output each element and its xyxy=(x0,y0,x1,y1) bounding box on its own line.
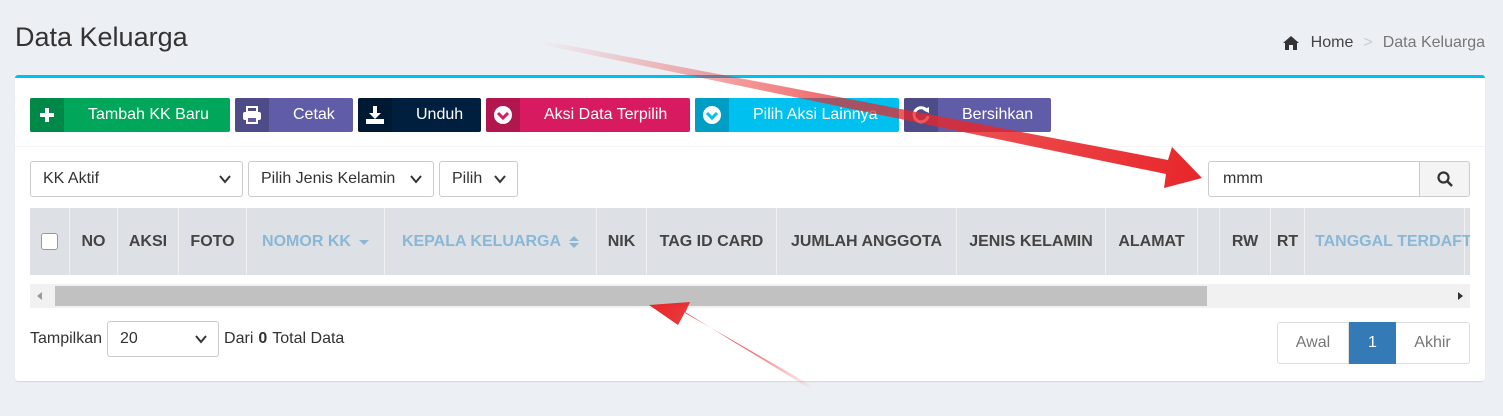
refresh-icon xyxy=(904,98,938,132)
home-icon xyxy=(1282,36,1299,50)
scroll-right-icon[interactable] xyxy=(1458,292,1463,300)
table-header: NO AKSI FOTO NOMOR KK KEPALA KELUARGA NI… xyxy=(30,208,1470,275)
total-label: Total Data xyxy=(272,330,345,347)
breadcrumb-separator: > xyxy=(1363,34,1373,51)
chevron-down-icon xyxy=(410,175,422,184)
filters: KK Aktif Pilih Jenis Kelamin Pilih xyxy=(30,161,518,197)
column-header: FOTO xyxy=(179,208,247,275)
clear-label: Bersihkan xyxy=(962,106,1034,123)
breadcrumb-home-link[interactable]: Home xyxy=(1282,34,1354,52)
gender-filter-select[interactable]: Pilih Jenis Kelamin xyxy=(248,161,434,197)
circle-arrow-down-icon xyxy=(486,98,520,132)
download-button[interactable]: Unduh xyxy=(358,98,481,132)
select-all-checkbox[interactable] xyxy=(41,233,58,250)
print-icon xyxy=(235,98,269,132)
column-header-blank xyxy=(1198,208,1220,275)
page-title: Data Keluarga xyxy=(15,22,188,52)
pagination: Awal 1 Akhir xyxy=(1277,322,1470,364)
print-button[interactable]: Cetak xyxy=(235,98,353,132)
show-label: Tampilkan xyxy=(30,330,103,347)
sortable-column-header[interactable]: KEPALA KELUARGA xyxy=(385,208,597,275)
clear-button[interactable]: Bersihkan xyxy=(904,98,1051,132)
column-header: RW xyxy=(1220,208,1271,275)
gender-filter-value: Pilih Jenis Kelamin xyxy=(261,170,396,187)
column-header: JENIS KELAMIN xyxy=(957,208,1106,275)
other-filter-select[interactable]: Pilih xyxy=(439,161,518,197)
column-header: NO xyxy=(70,208,118,275)
add-kk-button[interactable]: Tambah KK Baru xyxy=(30,98,230,132)
column-header: TAG ID CARD xyxy=(647,208,777,275)
download-icon xyxy=(358,98,392,132)
bulk-action-button[interactable]: Aksi Data Terpilih xyxy=(486,98,690,132)
scroll-left-icon[interactable] xyxy=(37,292,42,300)
column-header: NIK xyxy=(597,208,647,275)
column-header: AKSI xyxy=(118,208,179,275)
other-action-button[interactable]: Pilih Aksi Lainnya xyxy=(695,98,899,132)
content-box: Tambah KK Baru Cetak Unduh Aksi Data Ter… xyxy=(15,75,1485,381)
pagination-first[interactable]: Awal xyxy=(1277,322,1349,364)
breadcrumb-current: Data Keluarga xyxy=(1382,34,1485,51)
sort-icon xyxy=(569,235,580,248)
toolbar: Tambah KK Baru Cetak Unduh Aksi Data Ter… xyxy=(30,98,1051,132)
column-header: RT xyxy=(1271,208,1305,275)
total-count: 0 xyxy=(258,330,268,347)
download-label: Unduh xyxy=(416,106,464,123)
scrollbar-thumb[interactable] xyxy=(55,286,1207,306)
search-button[interactable] xyxy=(1419,161,1470,197)
sortable-column-header[interactable]: NOMOR KK xyxy=(247,208,385,275)
other-action-label: Pilih Aksi Lainnya xyxy=(753,106,878,123)
horizontal-scrollbar[interactable] xyxy=(30,284,1470,308)
chevron-down-icon xyxy=(195,335,207,344)
page-size-control: Tampilkan 20 Dari 0 Total Data xyxy=(30,321,344,357)
status-filter-value: KK Aktif xyxy=(43,170,100,187)
data-table: NO AKSI FOTO NOMOR KK KEPALA KELUARGA NI… xyxy=(30,208,1470,311)
search-icon xyxy=(1436,171,1453,187)
column-label: NOMOR KK xyxy=(262,232,351,250)
pagination-last[interactable]: Akhir xyxy=(1396,322,1470,364)
sortable-column-header[interactable]: TANGGAL TERDAFTAR xyxy=(1305,208,1470,275)
column-header: ALAMAT xyxy=(1106,208,1198,275)
status-filter-select[interactable]: KK Aktif xyxy=(30,161,243,197)
from-label: Dari xyxy=(224,330,254,347)
bulk-action-label: Aksi Data Terpilih xyxy=(544,106,668,123)
column-label: KEPALA KELUARGA xyxy=(401,232,562,250)
search-input[interactable]: mmm xyxy=(1208,161,1419,197)
search-box: mmm xyxy=(1208,161,1470,197)
page-size-select[interactable]: 20 xyxy=(107,321,220,357)
page-size-value: 20 xyxy=(120,330,138,347)
pagination-current-page[interactable]: 1 xyxy=(1349,322,1396,364)
divider xyxy=(15,146,1485,147)
plus-icon xyxy=(30,98,64,132)
select-all-cell xyxy=(30,208,70,275)
print-label: Cetak xyxy=(293,106,335,123)
sort-desc-icon xyxy=(358,239,369,245)
column-header: JUMLAH ANGGOTA xyxy=(777,208,957,275)
breadcrumb-home-label: Home xyxy=(1310,34,1354,51)
add-kk-label: Tambah KK Baru xyxy=(88,106,209,123)
other-filter-value: Pilih xyxy=(452,170,483,187)
breadcrumb: Home > Data Keluarga xyxy=(1282,34,1485,52)
chevron-down-icon xyxy=(494,175,506,184)
chevron-down-icon xyxy=(219,175,231,184)
circle-arrow-down-icon xyxy=(695,98,729,132)
